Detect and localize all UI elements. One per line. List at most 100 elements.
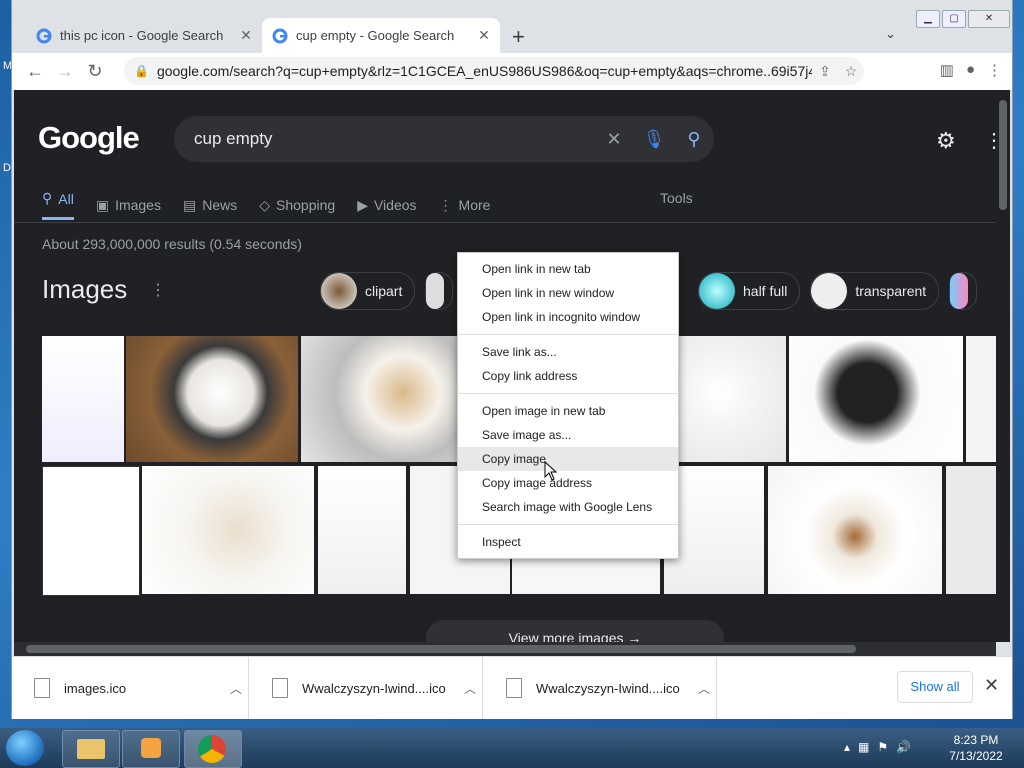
system-tray: ▴ ▦ ⚑ 🔊 [844, 740, 911, 754]
image-result[interactable] [126, 336, 298, 462]
chevron-up-icon[interactable]: ︿ [458, 680, 482, 697]
chip-thumbnail [321, 273, 357, 309]
menu-item-copy-image-address[interactable]: Copy image address [458, 471, 678, 495]
chip-label: half full [743, 283, 788, 299]
start-button[interactable] [6, 730, 44, 766]
show-all-button[interactable]: Show all [897, 671, 973, 703]
tab-title: this pc icon - Google Search [60, 28, 224, 43]
image-result[interactable] [42, 466, 140, 596]
search-input[interactable]: cup empty [174, 129, 594, 149]
new-tab-plus-icon[interactable]: + [512, 24, 525, 50]
clock[interactable]: 8:23 PM 7/13/2022 [948, 732, 1004, 764]
clock-date: 7/13/2022 [949, 749, 1003, 763]
show-hidden-icons-icon[interactable]: ▴ [844, 740, 850, 754]
tab-label: Videos [373, 197, 417, 213]
volume-icon[interactable]: 🔊 [896, 740, 911, 754]
tools-button[interactable]: Tools [660, 190, 693, 206]
chip-partial[interactable] [949, 272, 978, 310]
tab-this-pc-icon[interactable]: this pc icon - Google Search ✕ [26, 18, 262, 53]
search-icon[interactable]: ⚲ [674, 129, 714, 150]
image-result[interactable] [676, 336, 786, 462]
tab-more[interactable]: ⋮ More [439, 190, 491, 220]
image-result[interactable] [318, 466, 406, 594]
window-close-icon[interactable]: ✕ [968, 10, 1010, 28]
search-box[interactable]: cup empty ✕ 🎙 ⚲ [174, 116, 714, 162]
tab-shopping[interactable]: ◇ Shopping [259, 190, 335, 220]
share-icon[interactable]: ⇪ [812, 63, 838, 80]
menu-item-save-image-as[interactable]: Save image as... [458, 423, 678, 447]
image-result[interactable] [142, 466, 314, 594]
image-result[interactable] [301, 336, 471, 462]
side-panel-icon[interactable]: ▥ [940, 61, 954, 79]
browser-menu-kebab-icon[interactable]: ⋮ [987, 61, 1002, 79]
chevron-up-icon[interactable]: ︿ [692, 680, 716, 697]
voice-search-mic-icon[interactable]: 🎙 [634, 129, 674, 150]
menu-item-open-link-new-window[interactable]: Open link in new window [458, 281, 678, 305]
image-result[interactable] [42, 336, 124, 462]
tab-videos[interactable]: ▶ Videos [357, 190, 416, 220]
play-icon: ▶ [357, 196, 368, 213]
tab-all[interactable]: ⚲ All [42, 190, 74, 220]
menu-item-copy-link-address[interactable]: Copy link address [458, 364, 678, 388]
taskbar-explorer-icon[interactable] [62, 730, 120, 768]
tab-close-icon[interactable]: ✕ [236, 27, 256, 44]
scroll-thumb[interactable] [999, 100, 1007, 210]
reload-icon[interactable]: ↻ [80, 61, 110, 82]
menu-item-open-image-new-tab[interactable]: Open image in new tab [458, 399, 678, 423]
menu-item-search-google-lens[interactable]: Search image with Google Lens [458, 495, 678, 519]
clock-time: 8:23 PM [953, 733, 999, 747]
google-logo[interactable]: Google [38, 120, 140, 156]
image-result[interactable] [768, 466, 942, 594]
chip-label: clipart [365, 283, 403, 299]
url-text[interactable]: google.com/search?q=cup+empty&rlz=1C1GCE… [157, 63, 812, 79]
horizontal-scrollbar[interactable] [14, 642, 996, 656]
chip-clipart[interactable]: clipart [320, 272, 416, 310]
taskbar-chrome-icon[interactable] [184, 730, 242, 768]
tab-news[interactable]: ▤ News [183, 190, 237, 220]
bookmark-star-icon[interactable]: ☆ [838, 63, 864, 80]
chip-transparent[interactable]: transparent [810, 272, 940, 310]
menu-item-open-link-new-tab[interactable]: Open link in new tab [458, 257, 678, 281]
tab-cup-empty[interactable]: cup empty - Google Search ✕ [262, 18, 500, 53]
tab-close-icon[interactable]: ✕ [474, 27, 494, 44]
menu-item-copy-image[interactable]: Copy image [458, 447, 678, 471]
menu-item-save-link-as[interactable]: Save link as... [458, 340, 678, 364]
download-filename: Wwalczyszyn-Iwind....ico [302, 680, 446, 696]
forward-arrow-icon[interactable]: → [50, 61, 80, 82]
search-tabs: ⚲ All ▣ Images ▤ News ◇ Shopping ▶ Videos ⋮ Mo… [42, 190, 490, 220]
settings-gear-icon[interactable]: ⚙ [936, 128, 956, 154]
close-download-bar-icon[interactable]: ✕ [984, 675, 999, 696]
back-arrow-icon[interactable]: ← [20, 61, 50, 82]
vertical-scrollbar[interactable] [996, 90, 1010, 642]
google-favicon-icon [36, 28, 52, 43]
image-result[interactable] [966, 336, 996, 462]
action-center-flag-icon[interactable]: ⚑ [877, 740, 888, 754]
maximize-icon[interactable]: ▢ [942, 10, 966, 28]
chevron-up-icon[interactable]: ︿ [224, 680, 248, 697]
image-result[interactable] [789, 336, 963, 462]
chip-partial[interactable] [425, 272, 454, 310]
lock-icon[interactable]: 🔒 [134, 64, 149, 78]
clear-search-icon[interactable]: ✕ [594, 129, 634, 150]
minimize-icon[interactable]: ▁ [916, 10, 940, 28]
scroll-thumb[interactable] [26, 645, 856, 653]
chip-half-full[interactable]: half full [698, 272, 801, 310]
download-item[interactable]: images.ico ︿ [12, 657, 249, 719]
images-heading[interactable]: Images [42, 274, 127, 305]
tab-search-chevron-icon[interactable]: ⌄ [885, 26, 896, 42]
images-options-kebab-icon[interactable]: ⋮ [150, 280, 166, 300]
tab-images[interactable]: ▣ Images [96, 190, 161, 220]
apps-kebab-icon[interactable]: ⋮ [984, 128, 996, 153]
download-item[interactable]: Wwalczyszyn-Iwind....ico ︿ [484, 657, 717, 719]
profile-avatar-icon[interactable]: ● [966, 61, 975, 79]
menu-item-inspect[interactable]: Inspect [458, 530, 678, 554]
network-icon[interactable]: ▦ [858, 740, 869, 754]
download-item[interactable]: Wwalczyszyn-Iwind....ico ︿ [250, 657, 483, 719]
image-result[interactable] [946, 466, 996, 594]
menu-item-open-link-incognito[interactable]: Open link in incognito window [458, 305, 678, 329]
address-bar[interactable]: 🔒 google.com/search?q=cup+empty&rlz=1C1G… [124, 57, 864, 85]
menu-separator [458, 524, 678, 525]
taskbar-media-player-icon[interactable] [122, 730, 180, 768]
view-more-images-button[interactable]: View more images → [426, 620, 724, 642]
image-result[interactable] [664, 466, 764, 594]
